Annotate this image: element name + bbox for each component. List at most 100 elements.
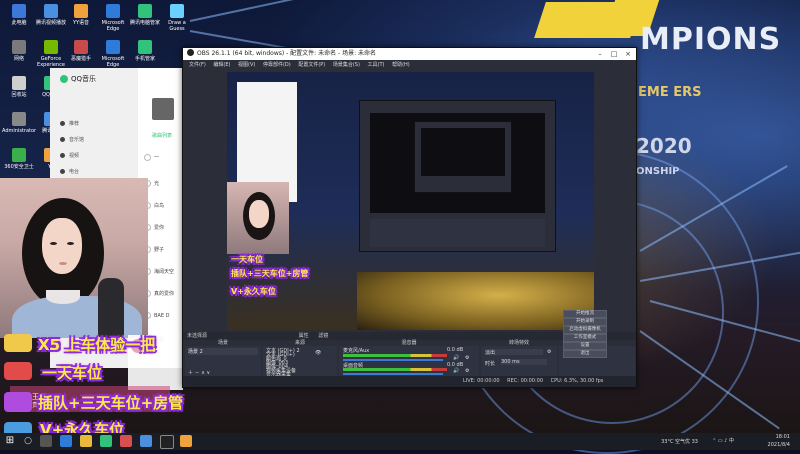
taskbar: ⊞ ○ 33°C 空气优 33 ⌃ ▭ ♪ 中 18:01 2021/8/4 bbox=[0, 433, 800, 450]
desktop-icon-label: Administrator bbox=[2, 128, 37, 134]
qq-nav-video[interactable]: 视频 bbox=[60, 152, 79, 159]
heart-icon[interactable] bbox=[144, 154, 151, 161]
song-title: 白鸟 bbox=[154, 203, 165, 209]
menu-profile[interactable]: 配置文件(P) bbox=[298, 62, 325, 68]
start-streaming-button[interactable]: 开始推流 bbox=[563, 310, 607, 318]
overlay-car-badge bbox=[4, 392, 32, 412]
desktop-icon[interactable]: 腾讯视频播放 bbox=[34, 4, 68, 26]
yy-taskbar-icon[interactable] bbox=[180, 435, 192, 447]
windows-start-icon[interactable]: ⊞ bbox=[4, 435, 16, 447]
qq-music-taskbar-icon[interactable] bbox=[100, 435, 112, 447]
qq-nav-music-hall[interactable]: 音乐馆 bbox=[60, 136, 84, 143]
scene-item[interactable]: 场景 2 bbox=[188, 348, 258, 355]
song-title: 真的爱你 bbox=[154, 291, 175, 297]
desktop-icon[interactable]: Draw a Guess bbox=[160, 4, 194, 32]
desktop-icon-label: 回收站 bbox=[11, 92, 27, 98]
desktop-icon-label: 手机管家 bbox=[134, 56, 155, 62]
desktop-icon-label: GeForce Experience bbox=[37, 56, 65, 68]
webcam-collar bbox=[46, 290, 80, 304]
transition-select[interactable]: 淡出 bbox=[485, 349, 543, 356]
desktop-icon[interactable]: 网络 bbox=[2, 40, 36, 62]
desktop-icon[interactable]: Administrator bbox=[2, 112, 36, 134]
desktop-icon[interactable]: Microsoft Edge bbox=[96, 4, 130, 32]
obs-preview[interactable]: 一天车位 插队+三天车位+房管 V+永久车位 bbox=[227, 72, 594, 330]
edge-icon[interactable] bbox=[60, 435, 72, 447]
desktop-icon-label: 此电脑 bbox=[11, 20, 27, 26]
menu-scene-collection[interactable]: 场景集合(S) bbox=[333, 62, 360, 68]
cpu-status: CPU: 6.3%, 30.00 fps bbox=[550, 378, 604, 384]
song-title: 爱你 bbox=[154, 225, 165, 231]
gear-icon[interactable]: ⚙ bbox=[465, 355, 469, 361]
app-icon bbox=[170, 4, 184, 18]
video-icon bbox=[60, 153, 65, 158]
app-icon bbox=[12, 148, 26, 162]
webcam-face bbox=[42, 218, 82, 274]
webcam-eye bbox=[50, 242, 57, 245]
task-view-icon[interactable] bbox=[40, 435, 52, 447]
start-recording-button[interactable]: 开始录制 bbox=[563, 318, 607, 326]
exit-button[interactable]: 退出 bbox=[563, 350, 607, 358]
clock-date[interactable]: 2021/8/4 bbox=[768, 442, 790, 448]
gear-icon[interactable]: ⚙ bbox=[465, 368, 469, 374]
speaker-icon[interactable]: 🔊 bbox=[453, 355, 459, 361]
app-icon bbox=[138, 40, 152, 54]
speaker-icon[interactable]: 🔊 bbox=[453, 368, 459, 374]
tray-icons[interactable]: ⌃ ▭ ♪ 中 bbox=[712, 437, 734, 444]
search-icon[interactable]: ○ bbox=[22, 435, 34, 447]
transition-settings-icon[interactable]: ⚙ bbox=[547, 349, 551, 355]
minimize-icon[interactable]: – bbox=[593, 48, 607, 60]
settings-button[interactable]: 设置 bbox=[563, 342, 607, 350]
rec-timer: REC: 00:00:00 bbox=[507, 378, 544, 384]
volume-slider[interactable] bbox=[343, 359, 443, 361]
properties-button[interactable]: 属性 bbox=[299, 333, 309, 339]
desktop-icon[interactable]: 腾讯电脑管家 bbox=[128, 4, 162, 26]
clock-time[interactable]: 18:01 bbox=[776, 434, 790, 440]
mixer-dock: 麦克风/Aux 0.0 dB 🔊 ⚙ 桌面音频 0.0 dB 🔊 ⚙ bbox=[339, 346, 479, 376]
menu-tools[interactable]: 工具(T) bbox=[368, 62, 385, 68]
start-virtual-camera-button[interactable]: 启动虚拟摄像机 bbox=[563, 326, 607, 334]
qq-nav-radio[interactable]: 电台 bbox=[60, 168, 79, 175]
app-icon bbox=[12, 112, 26, 126]
menu-help[interactable]: 帮助(H) bbox=[392, 62, 410, 68]
qq-taskbar-icon[interactable] bbox=[140, 435, 152, 447]
desktop-icon[interactable]: GeForce Experience bbox=[34, 40, 68, 68]
desktop-icon[interactable]: 恶魔猎手 bbox=[64, 40, 98, 62]
studio-mode-button[interactable]: 工作室模式 bbox=[563, 334, 607, 342]
duration-input[interactable]: 300 ms bbox=[501, 359, 547, 365]
volume-meter bbox=[343, 368, 447, 371]
desktop-icon[interactable]: 360安全卫士 bbox=[2, 148, 36, 170]
desktop-icon[interactable]: 回收站 bbox=[2, 76, 36, 98]
menu-file[interactable]: 文件(F) bbox=[189, 62, 206, 68]
obs-title-bar[interactable]: OBS 26.1.1 (64 bit, windows) - 配置文件: 未命名… bbox=[183, 48, 636, 60]
nested-preview-2 bbox=[421, 128, 505, 176]
volume-slider[interactable] bbox=[343, 373, 443, 375]
desktop-icon[interactable]: 此电脑 bbox=[2, 4, 36, 26]
app-taskbar-icon[interactable] bbox=[120, 435, 132, 447]
qq-nav-recommend[interactable]: 推荐 bbox=[60, 120, 79, 127]
folder-icon[interactable] bbox=[80, 435, 92, 447]
desktop-icon-label: 恶魔猎手 bbox=[70, 56, 91, 62]
app-icon bbox=[74, 4, 88, 18]
playlist-tag: 歌曲列表 bbox=[152, 133, 173, 139]
preview-overlay-3: V+永久车位 bbox=[231, 287, 276, 296]
overlay-car-badge bbox=[4, 362, 32, 380]
maximize-icon[interactable]: □ bbox=[607, 48, 621, 60]
desktop-icon[interactable]: 手机管家 bbox=[128, 40, 162, 62]
webcam-mouth bbox=[59, 262, 67, 265]
menu-docks[interactable]: 停靠部件(D) bbox=[263, 62, 291, 68]
desktop-icon[interactable]: Microsoft Edge bbox=[96, 40, 130, 68]
desktop-icon-label: Microsoft Edge bbox=[101, 56, 125, 68]
close-icon[interactable]: × bbox=[621, 48, 635, 60]
desktop-icon[interactable]: YY语音 bbox=[64, 4, 98, 26]
filters-button[interactable]: 滤镜 bbox=[318, 333, 328, 339]
app-icon bbox=[74, 40, 88, 54]
app-icon bbox=[12, 40, 26, 54]
qq-music-logo-icon bbox=[60, 75, 68, 83]
mixer-channel-name: 麦克风/Aux bbox=[343, 348, 370, 354]
eye-icon[interactable]: 👁 bbox=[315, 350, 321, 356]
weather-widget[interactable]: 33°C 空气优 33 bbox=[661, 438, 698, 445]
radio-icon bbox=[60, 169, 65, 174]
menu-edit[interactable]: 编辑(E) bbox=[213, 62, 230, 68]
obs-taskbar-icon[interactable] bbox=[160, 435, 174, 449]
menu-view[interactable]: 视图(V) bbox=[238, 62, 255, 68]
